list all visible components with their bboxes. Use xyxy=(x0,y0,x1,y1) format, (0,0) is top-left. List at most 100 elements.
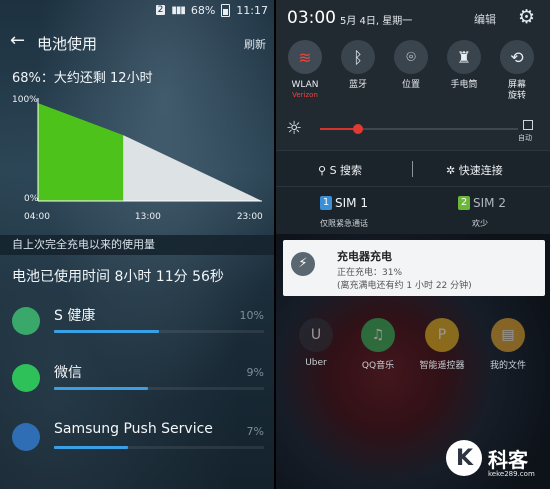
sim-2-name: SIM 2 xyxy=(473,196,506,210)
tile-label: 手电筒 xyxy=(450,80,478,90)
edit-button[interactable]: 编辑 xyxy=(474,11,496,27)
quick-tile-location[interactable]: ⌾ 位置 xyxy=(384,40,438,91)
notification-shade: 03:00 5月 4日, 星期一 编辑 ⚙ ≋ WLAN Verizon ᛒ 蓝牙 ⌾ 位置… xyxy=(276,0,550,489)
shade-time: 03:00 xyxy=(287,8,336,28)
quick-connect-button[interactable]: ✲ 快速连接 xyxy=(446,162,503,178)
signal-icon: ▮▮▮ xyxy=(171,4,185,16)
search-icon: ⚲ xyxy=(318,164,327,177)
wechat-icon xyxy=(12,364,40,392)
quick-connect-icon: ✲ xyxy=(446,164,456,177)
sim-2-item[interactable]: 2 SIM 2 欢少 xyxy=(458,196,506,229)
search-row: ⚲ S 搜索 ✲ 快速连接 xyxy=(276,150,550,186)
back-arrow-icon[interactable]: ← xyxy=(10,32,25,50)
sim-indicator: 2 xyxy=(155,5,166,15)
dock-app-label: 我的文件 xyxy=(489,361,526,371)
tile-label: 蓝牙 xyxy=(348,80,367,90)
brightness-slider-knob[interactable] xyxy=(353,124,363,134)
dock-app-label: Uber xyxy=(305,358,327,368)
quick-tile-wifi[interactable]: ≋ WLAN Verizon xyxy=(278,40,332,99)
s-search-button[interactable]: ⚲ S 搜索 xyxy=(318,162,362,178)
status-bar: 2 ▮▮▮ 68% 11:17 xyxy=(0,0,274,20)
sim-1-status: 仅限紧急通话 xyxy=(320,219,368,228)
refresh-button[interactable]: 刷新 xyxy=(244,36,266,52)
sim-2-status: 欢少 xyxy=(472,219,488,228)
battery-used-time: 电池已使用时间 8小时 11分 56秒 xyxy=(12,269,224,285)
app-percent: 7% xyxy=(246,425,264,438)
quick-tile-flashlight[interactable]: ♜ 手电筒 xyxy=(437,40,491,91)
screenshot-root: 2 ▮▮▮ 68% 11:17 ← 电池使用 刷新 68%：大约还剩 12小时 … xyxy=(0,0,550,489)
brand-name: 科客 xyxy=(488,448,528,472)
battery-area-used xyxy=(38,103,124,201)
rotate-icon: ⟲ xyxy=(500,40,534,74)
notification-line-2: (离充满电还有约 1 小时 22 分钟) xyxy=(337,281,472,291)
notification-title: 充电器充电 xyxy=(337,250,392,263)
y-tick-label: 100% xyxy=(12,95,38,105)
tile-sublabel: Verizon xyxy=(292,91,318,99)
x-tick-label: 23:00 xyxy=(237,212,263,222)
dock-app[interactable]: P 智能遥控器 xyxy=(412,318,472,371)
tile-label: 屏幕 旋转 xyxy=(507,80,526,101)
app-percent: 10% xyxy=(239,309,264,322)
sim-selector: 1 SIM 1 仅限紧急通话 2 SIM 2 欢少 xyxy=(276,186,550,234)
battery-icon xyxy=(221,3,231,17)
quick-connect-label: 快速连接 xyxy=(458,164,503,177)
brand-logo-icon xyxy=(446,440,482,476)
flashlight-icon: ♜ xyxy=(447,40,481,74)
sim-2-icon: 2 xyxy=(458,196,470,210)
brightness-icon: ☼ xyxy=(286,118,303,139)
quick-settings-panel: 03:00 5月 4日, 星期一 编辑 ⚙ ≋ WLAN Verizon ᛒ 蓝牙 ⌾ 位置… xyxy=(276,0,550,150)
page-title: 电池使用 xyxy=(37,35,98,53)
s-health-icon xyxy=(12,307,40,335)
charging-bolt-icon: ⚡ xyxy=(291,252,315,276)
sim-1-name: SIM 1 xyxy=(335,196,368,210)
usage-bar xyxy=(54,387,148,390)
brightness-control: ☼ 自动 xyxy=(276,116,550,146)
dock-app[interactable]: ♫ QQ音乐 xyxy=(348,318,408,371)
divider xyxy=(412,161,413,177)
notification-line-1: 正在充电：31% xyxy=(337,268,403,278)
battery-usage-screen: 2 ▮▮▮ 68% 11:17 ← 电池使用 刷新 68%：大约还剩 12小时 … xyxy=(0,0,274,489)
gear-icon[interactable]: ⚙ xyxy=(518,6,535,28)
battery-chart: 100% 0% 04:00 13:00 23:00 xyxy=(0,88,274,228)
tile-label: WLAN xyxy=(291,80,319,90)
y-tick-label: 0% xyxy=(24,194,39,204)
brand-url: keke289.com xyxy=(488,470,535,478)
app-bar: ← 电池使用 刷新 xyxy=(0,28,274,56)
dock-app-label: 智能遥控器 xyxy=(419,361,465,371)
charging-notification[interactable]: ⚡ 充电器充电 正在充电：31% (离充满电还有约 1 小时 22 分钟) xyxy=(283,240,545,296)
wifi-icon: ≋ xyxy=(288,40,322,74)
dock-app[interactable]: ▤ 我的文件 xyxy=(478,318,538,371)
x-tick-label: 04:00 xyxy=(24,212,50,222)
bluetooth-icon: ᛒ xyxy=(341,40,375,74)
dock-app-label: QQ音乐 xyxy=(361,361,395,371)
x-tick-label: 13:00 xyxy=(135,212,161,222)
quick-tile-bluetooth[interactable]: ᛒ 蓝牙 xyxy=(331,40,385,91)
app-name: S 健康 xyxy=(54,308,96,324)
status-time: 11:17 xyxy=(236,3,268,17)
app-usage-row[interactable]: Samsung Push Service 7% xyxy=(0,415,274,461)
dock-app[interactable]: U Uber xyxy=(286,318,346,368)
app-percent: 9% xyxy=(246,366,264,379)
sim-1-icon: 1 xyxy=(320,196,332,210)
battery-remaining-text: 68%：大约还剩 12小时 xyxy=(12,71,153,86)
app-usage-row[interactable]: S 健康 10% xyxy=(0,299,274,345)
battery-area-predicted xyxy=(123,135,263,201)
usage-bar xyxy=(54,330,159,333)
sim-1-item[interactable]: 1 SIM 1 仅限紧急通话 xyxy=(320,196,368,229)
tile-label: 位置 xyxy=(401,80,420,90)
usage-bar xyxy=(54,446,128,449)
app-usage-row[interactable]: 微信 9% xyxy=(0,356,274,402)
app-name: 微信 xyxy=(54,365,82,381)
auto-brightness-checkbox[interactable] xyxy=(523,120,533,130)
shade-date: 5月 4日, 星期一 xyxy=(340,16,413,27)
battery-percent: 68% xyxy=(190,3,216,17)
section-header: 自上次完全充电以来的使用量 xyxy=(0,235,274,255)
app-name: Samsung Push Service xyxy=(54,421,213,437)
battery-chart-svg: 100% 0% 04:00 13:00 23:00 xyxy=(12,95,263,222)
quick-tile-rotate[interactable]: ⟲ 屏幕 旋转 xyxy=(490,40,544,102)
auto-brightness-label: 自动 xyxy=(518,134,532,142)
location-icon: ⌾ xyxy=(394,40,428,74)
files-icon: ▤ xyxy=(491,318,525,352)
uber-icon: U xyxy=(299,318,333,352)
samsung-push-icon xyxy=(12,423,40,451)
